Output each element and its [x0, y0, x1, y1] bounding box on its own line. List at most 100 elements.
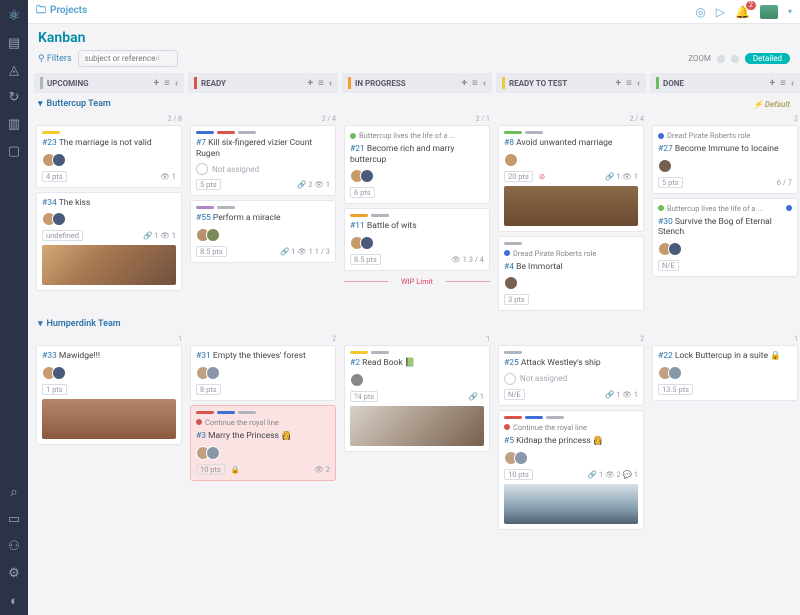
sidebar-scrum-icon[interactable]: ◬ [9, 63, 19, 78]
column-menu-icon[interactable]: ≡ [472, 78, 478, 89]
sidebar-search-icon[interactable]: ⌕ [10, 485, 17, 500]
column-menu-icon[interactable]: ≡ [164, 78, 170, 89]
kanban-card[interactable]: #7 Kill six-fingered vizier Count RugenN… [190, 125, 336, 196]
card-stats: 🔗 1 👁 2 💬 1 [588, 470, 638, 479]
points-badge: N/E [504, 389, 525, 400]
collapse-icon[interactable]: ‹ [175, 78, 178, 89]
assignees [42, 366, 176, 380]
user-avatar[interactable] [760, 5, 778, 19]
not-assigned: Not assigned [196, 163, 330, 175]
kanban-card[interactable]: #23 The marriage is not valid4 pts👁 1 [36, 125, 182, 188]
kanban-card[interactable]: #8 Avoid unwanted marriage20 pts⊘🔗 1 👁 1 [498, 125, 644, 232]
card-title: #11 Battle of wits [350, 221, 484, 232]
tag-pill [504, 351, 522, 354]
assignees [350, 236, 484, 250]
tag-pill [350, 214, 368, 217]
points-badge: 3 pts [504, 294, 529, 305]
sidebar-board-icon[interactable]: ▤ [8, 36, 20, 51]
card-title: #22 Lock Buttercup in a suite 🔒 [658, 351, 792, 362]
sidebar-bookmark-icon[interactable]: ▢ [8, 144, 20, 159]
sidebar: ⚛ ▤ ◬ ↻ ▥ ▢ ⌕ ▭ ⚇ ⚙ ◐ [0, 0, 28, 615]
points-badge: N/E [658, 260, 679, 271]
avatar [206, 228, 220, 242]
collapse-icon[interactable]: ‹ [791, 78, 794, 89]
kanban-card[interactable]: #11 Battle of wits8.5 pts👁 1 3 / 4 [344, 208, 490, 271]
add-card-icon[interactable]: + [616, 78, 621, 89]
notifications-icon[interactable]: 🔔2 [735, 5, 750, 19]
swimlane-header[interactable]: ▾Humperdink Team [34, 313, 794, 335]
zoom-default-button[interactable] [731, 55, 739, 63]
card-role: Buttercup lives the life of a ... [658, 204, 792, 213]
points-badge: 8.5 pts [196, 246, 227, 257]
card-title: #55 Perform a miracle [196, 213, 330, 224]
tag-pill [217, 206, 235, 209]
kanban-card[interactable]: #55 Perform a miracle8.5 pts🔗 1 👁 1 1 / … [190, 200, 336, 263]
kanban-card[interactable]: #25 Attack Westley's shipNot assignedN/E… [498, 345, 644, 406]
points-badge: ?4 pts [350, 391, 378, 402]
kanban-card[interactable]: Dread Pirate Roberts role#4 Be Immortal3… [498, 236, 644, 312]
tag-pill [196, 131, 214, 134]
kanban-card[interactable]: Continue the royal line#5 Kidnap the pri… [498, 410, 644, 530]
kanban-card[interactable]: Continue the royal line #3 Marry the Prin… [190, 405, 336, 481]
sidebar-settings-icon[interactable]: ⚙ [8, 566, 20, 581]
collapse-icon[interactable]: ‹ [483, 78, 486, 89]
search-input[interactable]: ⌕ [78, 50, 178, 67]
add-card-icon[interactable]: + [308, 78, 313, 89]
kanban-card[interactable]: Dread Pirate Roberts role#27 Become Immu… [652, 125, 798, 194]
card-title: #21 Become rich and marry buttercup [350, 144, 484, 165]
zoom-label: ZOOM [688, 54, 711, 63]
collapse-icon[interactable]: ‹ [637, 78, 640, 89]
tag-pill [196, 411, 214, 414]
kanban-card[interactable]: #34 The kissundefined🔗 1 👁 1 [36, 192, 182, 292]
column-header: UPCOMING+≡‹ [34, 73, 184, 93]
card-title: #3 Marry the Princess 👸 [196, 431, 330, 442]
card-role: Buttercup lives the life of a ... [350, 131, 484, 140]
add-card-icon[interactable]: + [770, 78, 775, 89]
kanban-card[interactable]: #22 Lock Buttercup in a suite 🔒13.5 pts [652, 345, 798, 401]
card-stats: 🔗 1 [469, 392, 484, 401]
activity-icon[interactable]: ▷ [716, 5, 725, 19]
tag-pill [525, 131, 543, 134]
sidebar-wiki-icon[interactable]: ▥ [8, 117, 20, 132]
card-stats: 👁 1 3 / 4 [451, 255, 484, 264]
column-menu-icon[interactable]: ≡ [780, 78, 786, 89]
kanban-card[interactable]: #31 Empty the thieves' forest8 pts [190, 345, 336, 401]
card-title: #31 Empty the thieves' forest [196, 351, 330, 362]
sidebar-team-icon[interactable]: ⚇ [8, 539, 20, 554]
breadcrumb[interactable]: 🗀Projects [36, 3, 87, 20]
collapse-icon[interactable]: ‹ [329, 78, 332, 89]
zoom-compact-button[interactable] [717, 55, 725, 63]
add-card-icon[interactable]: + [154, 78, 159, 89]
sidebar-theme-icon[interactable]: ◐ [10, 593, 18, 609]
help-icon[interactable]: ◎ [695, 5, 705, 19]
swimlane-header[interactable]: ▾Buttercup Team⚡ Default [34, 93, 794, 115]
column-menu-icon[interactable]: ≡ [626, 78, 632, 89]
assignees [196, 446, 330, 460]
card-stats: 6 / 7 [777, 178, 792, 187]
zoom-detailed-button[interactable]: Detailed [745, 53, 790, 64]
kanban-card[interactable]: Buttercup lives the life of a ... #21 Bec… [344, 125, 490, 204]
add-card-icon[interactable]: + [462, 78, 467, 89]
sidebar-issues-icon[interactable]: ↻ [9, 90, 20, 105]
kanban-card[interactable]: #2 Read Book 📗?4 pts🔗 1 [344, 345, 490, 452]
card-stats: 🔗 1 👁 1 [143, 231, 176, 240]
card-thumbnail [504, 186, 638, 226]
card-title: #5 Kidnap the princess 👸 [504, 436, 638, 447]
assignees [504, 153, 638, 167]
column-name: IN PROGRESS [355, 79, 406, 88]
sidebar-video-icon[interactable]: ▭ [8, 512, 20, 527]
assignees [42, 212, 176, 226]
kanban-card[interactable]: #33 Mawidge!!!1 pts [36, 345, 182, 445]
avatar [360, 236, 374, 250]
avatar [350, 373, 364, 387]
avatar [52, 366, 66, 380]
card-role: Continue the royal line [196, 418, 330, 427]
app-logo-icon[interactable]: ⚛ [8, 8, 21, 24]
filters-button[interactable]: ⚲ Filters [38, 54, 72, 64]
card-thumbnail [42, 399, 176, 439]
kanban-card[interactable]: Buttercup lives the life of a ... #30 Su… [652, 198, 798, 277]
chevron-down-icon[interactable]: ▾ [788, 7, 792, 16]
tag-pill [525, 416, 543, 419]
avatar [206, 446, 220, 460]
column-menu-icon[interactable]: ≡ [318, 78, 324, 89]
